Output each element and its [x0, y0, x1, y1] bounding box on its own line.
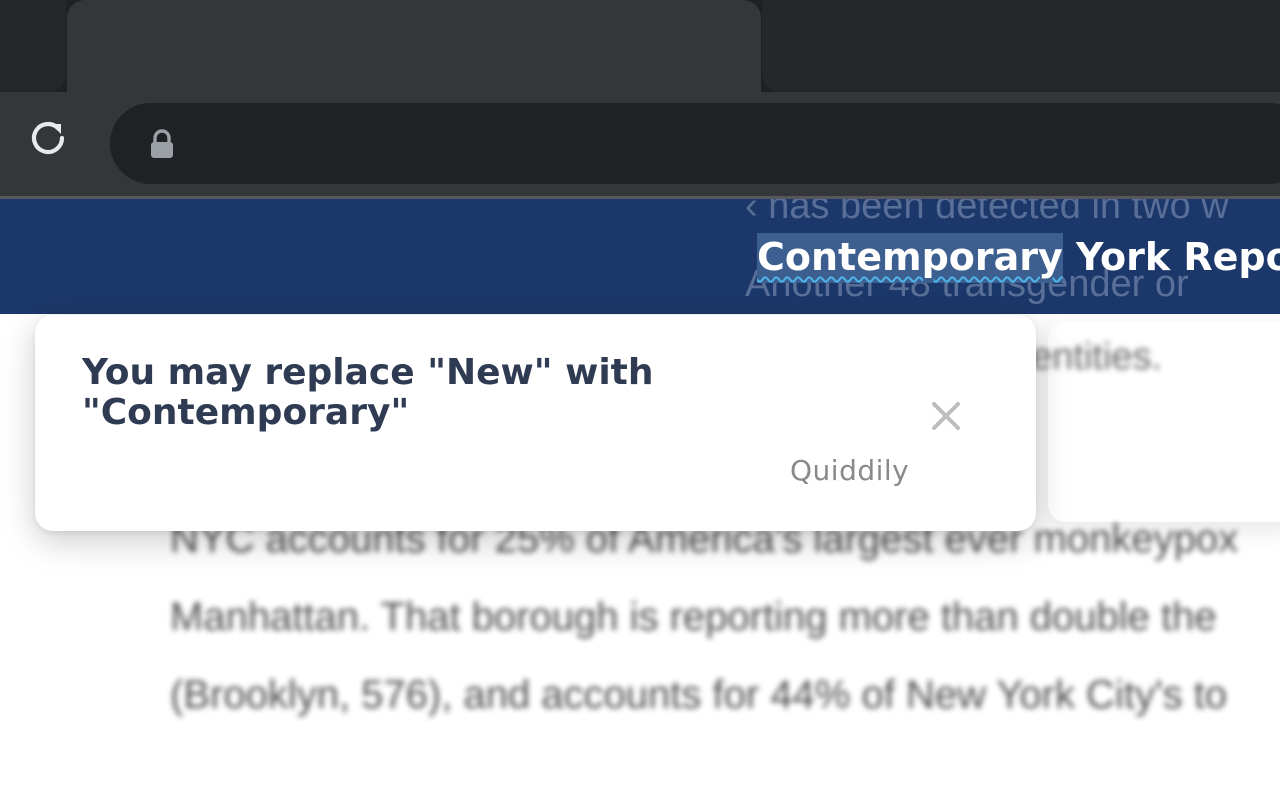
site-header: ‹ has been detected in two w Another 48 …	[0, 199, 1280, 314]
article-body: NYC accounts for 25% of America's larges…	[170, 500, 1280, 734]
tab-active[interactable]	[67, 0, 794, 92]
tab-inactive-right[interactable]	[762, 0, 1280, 92]
site-title[interactable]: Contemporary York Reports	[757, 233, 1280, 283]
lock-icon[interactable]	[148, 129, 176, 159]
suggestion-message[interactable]: You may replace "New" with "Contemporary…	[82, 353, 782, 433]
browser-window: ‹ has been detected in two w Another 48 …	[0, 0, 1280, 800]
suggestion-popup[interactable]: You may replace "New" with "Contemporary…	[35, 315, 1036, 531]
article-line: Manhattan. That borough is reporting mor…	[170, 595, 1217, 639]
article-line: (Brooklyn, 576), and accounts for 44% of…	[170, 673, 1228, 717]
tab-strip	[0, 0, 1280, 92]
highlighted-word[interactable]: Contemporary	[757, 233, 1063, 283]
browser-toolbar	[0, 92, 1280, 196]
tab-inactive-left[interactable]	[0, 0, 66, 92]
site-title-rest: York Reports	[1076, 235, 1280, 279]
address-bar[interactable]	[110, 103, 1280, 184]
ghost-text-line: ‹ has been detected in two w	[745, 199, 1229, 227]
suggestion-brand-label: Quiddily	[790, 454, 910, 487]
reload-icon[interactable]	[22, 112, 74, 164]
close-icon[interactable]	[923, 393, 969, 439]
